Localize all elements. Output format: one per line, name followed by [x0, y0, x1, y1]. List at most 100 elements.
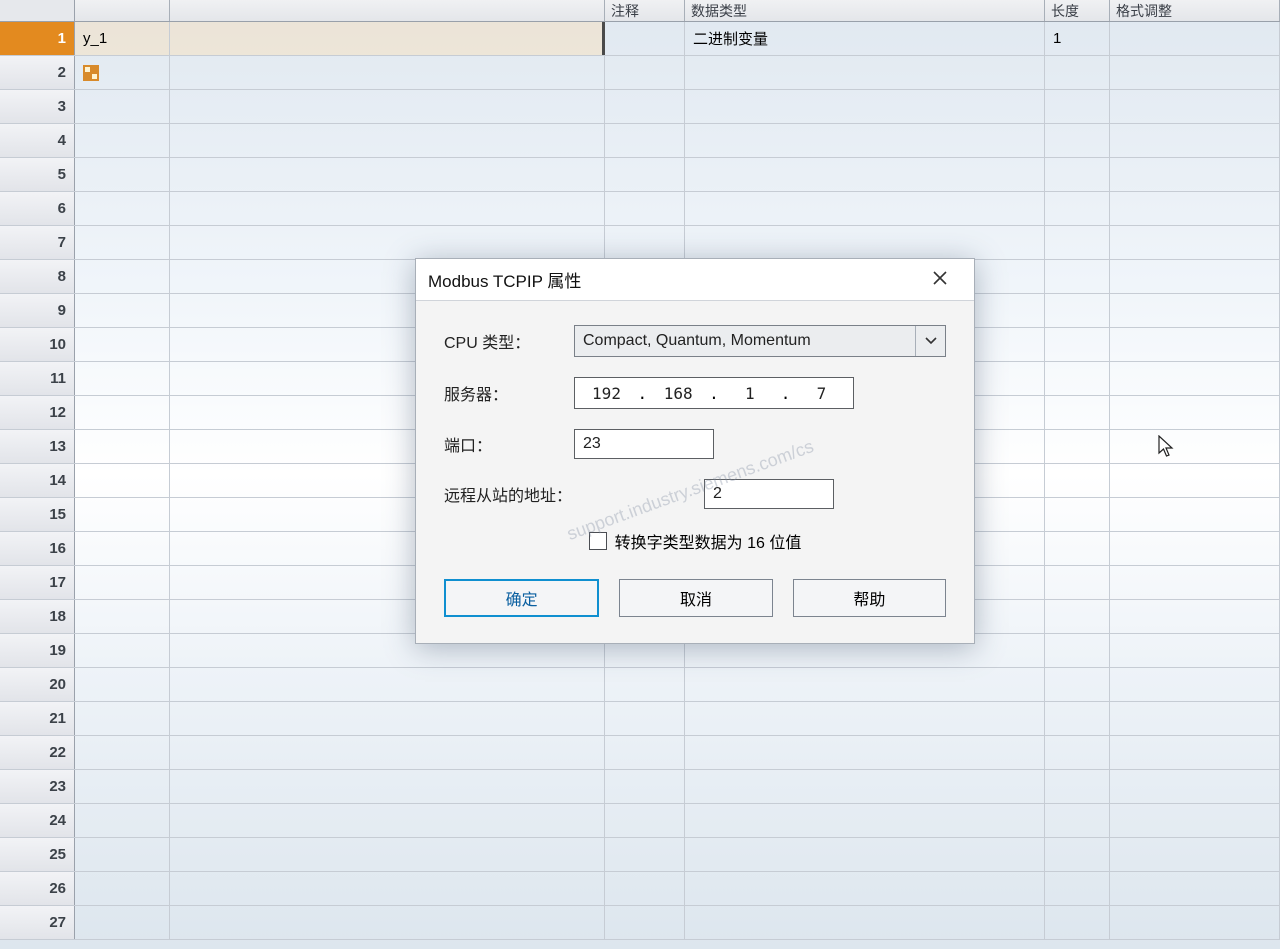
- row-number[interactable]: 13: [0, 430, 75, 463]
- row-number[interactable]: 25: [0, 838, 75, 871]
- cell-format[interactable]: [1110, 702, 1280, 735]
- cell-length[interactable]: [1045, 668, 1110, 701]
- cell-datatype[interactable]: [685, 872, 1045, 905]
- header-format[interactable]: 格式调整: [1110, 0, 1280, 21]
- cell-length[interactable]: [1045, 566, 1110, 599]
- cell-name[interactable]: [75, 872, 170, 905]
- row-number[interactable]: 27: [0, 906, 75, 939]
- table-row[interactable]: 2: [0, 56, 1280, 90]
- row-number[interactable]: 11: [0, 362, 75, 395]
- cell-format[interactable]: [1110, 124, 1280, 157]
- ip-octet-2[interactable]: 168: [658, 384, 698, 403]
- cell-length[interactable]: [1045, 328, 1110, 361]
- cell-name[interactable]: [75, 430, 170, 463]
- cell-address[interactable]: [170, 226, 605, 259]
- cell-name[interactable]: [75, 600, 170, 633]
- table-row[interactable]: 4: [0, 124, 1280, 158]
- cell-note[interactable]: [605, 158, 685, 191]
- cell-datatype[interactable]: [685, 702, 1045, 735]
- cell-address[interactable]: [170, 90, 605, 123]
- cell-format[interactable]: [1110, 362, 1280, 395]
- row-number[interactable]: 4: [0, 124, 75, 157]
- cell-format[interactable]: [1110, 260, 1280, 293]
- cell-note[interactable]: [605, 804, 685, 837]
- cell-note[interactable]: [605, 872, 685, 905]
- cell-name[interactable]: [75, 532, 170, 565]
- cell-format[interactable]: [1110, 464, 1280, 497]
- cell-format[interactable]: [1110, 872, 1280, 905]
- cell-name[interactable]: [75, 770, 170, 803]
- row-number[interactable]: 19: [0, 634, 75, 667]
- cell-format[interactable]: [1110, 532, 1280, 565]
- cell-note[interactable]: [605, 702, 685, 735]
- cell-note[interactable]: [605, 906, 685, 939]
- cell-name[interactable]: [75, 192, 170, 225]
- cell-format[interactable]: [1110, 566, 1280, 599]
- cell-name[interactable]: [75, 498, 170, 531]
- cell-name[interactable]: [75, 294, 170, 327]
- row-number[interactable]: 9: [0, 294, 75, 327]
- cell-datatype[interactable]: [685, 56, 1045, 89]
- cell-format[interactable]: [1110, 634, 1280, 667]
- row-number[interactable]: 24: [0, 804, 75, 837]
- table-row[interactable]: 7: [0, 226, 1280, 260]
- cell-length[interactable]: [1045, 192, 1110, 225]
- cell-length[interactable]: [1045, 226, 1110, 259]
- close-button[interactable]: [918, 265, 962, 295]
- cell-format[interactable]: [1110, 804, 1280, 837]
- cell-name[interactable]: [75, 464, 170, 497]
- table-row[interactable]: 6: [0, 192, 1280, 226]
- cell-length[interactable]: [1045, 634, 1110, 667]
- cell-note[interactable]: [605, 226, 685, 259]
- cell-format[interactable]: [1110, 668, 1280, 701]
- cell-note[interactable]: [605, 22, 685, 55]
- cell-note[interactable]: [605, 838, 685, 871]
- cell-length[interactable]: [1045, 430, 1110, 463]
- cell-length[interactable]: [1045, 396, 1110, 429]
- row-number[interactable]: 5: [0, 158, 75, 191]
- cell-address[interactable]: [170, 838, 605, 871]
- cell-note[interactable]: [605, 56, 685, 89]
- cell-length[interactable]: [1045, 872, 1110, 905]
- cputype-select[interactable]: Compact, Quantum, Momentum: [574, 325, 946, 357]
- cell-length[interactable]: 1: [1045, 22, 1110, 55]
- cell-format[interactable]: [1110, 294, 1280, 327]
- cell-name[interactable]: [75, 362, 170, 395]
- cell-format[interactable]: [1110, 226, 1280, 259]
- row-number[interactable]: 22: [0, 736, 75, 769]
- cell-datatype[interactable]: [685, 90, 1045, 123]
- dialog-titlebar[interactable]: Modbus TCPIP 属性: [416, 259, 974, 301]
- row-number[interactable]: 6: [0, 192, 75, 225]
- cell-datatype[interactable]: [685, 736, 1045, 769]
- cell-length[interactable]: [1045, 702, 1110, 735]
- row-number[interactable]: 21: [0, 702, 75, 735]
- cell-address[interactable]: [170, 906, 605, 939]
- cell-format[interactable]: [1110, 90, 1280, 123]
- header-note[interactable]: 注释: [605, 0, 685, 21]
- cell-length[interactable]: [1045, 90, 1110, 123]
- row-number[interactable]: 2: [0, 56, 75, 89]
- cell-note[interactable]: [605, 90, 685, 123]
- cell-length[interactable]: [1045, 260, 1110, 293]
- cell-datatype[interactable]: [685, 838, 1045, 871]
- header-length[interactable]: 长度: [1045, 0, 1110, 21]
- cell-name[interactable]: [75, 124, 170, 157]
- table-row[interactable]: 22: [0, 736, 1280, 770]
- cell-length[interactable]: [1045, 736, 1110, 769]
- cell-format[interactable]: [1110, 736, 1280, 769]
- cell-name[interactable]: [75, 260, 170, 293]
- cancel-button[interactable]: 取消: [619, 579, 772, 617]
- cell-note[interactable]: [605, 124, 685, 157]
- table-row[interactable]: 3: [0, 90, 1280, 124]
- row-number[interactable]: 20: [0, 668, 75, 701]
- cell-format[interactable]: [1110, 158, 1280, 191]
- header-datatype[interactable]: 数据类型: [685, 0, 1045, 21]
- cell-datatype[interactable]: [685, 158, 1045, 191]
- cell-datatype[interactable]: 二进制变量: [685, 22, 1045, 55]
- cell-address[interactable]: [170, 192, 605, 225]
- row-number[interactable]: 7: [0, 226, 75, 259]
- cell-address[interactable]: [170, 736, 605, 769]
- cell-note[interactable]: [605, 736, 685, 769]
- row-number[interactable]: 18: [0, 600, 75, 633]
- header-name[interactable]: [75, 0, 170, 21]
